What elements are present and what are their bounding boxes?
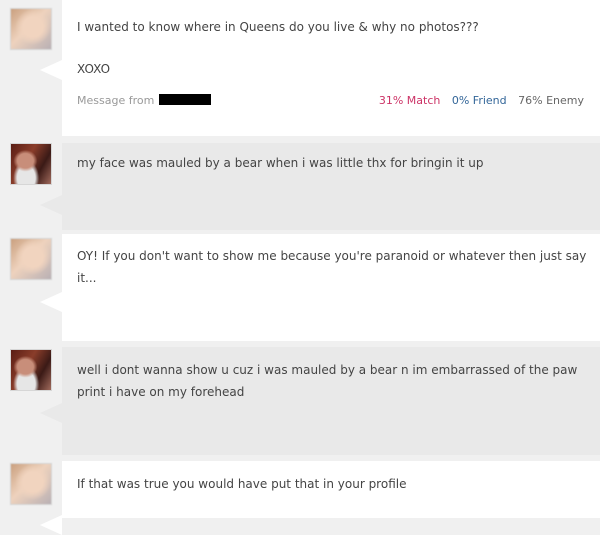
message-bubble: OY! If you don't want to show me because…	[62, 234, 600, 341]
user-avatar[interactable]	[10, 238, 52, 280]
message-item: If that was true you would have put that…	[0, 461, 600, 535]
message-item: my face was mauled by a bear when i was …	[0, 143, 600, 230]
user-avatar[interactable]	[10, 8, 52, 50]
message-item: well i dont wanna show u cuz i was maule…	[0, 347, 600, 455]
match-stats: 31% Match 0% Friend 76% Enemy	[371, 90, 584, 112]
message-text: If that was true you would have put that…	[77, 477, 407, 491]
friend-percentage: 0% Friend	[451, 94, 507, 107]
message-from-label: Message from	[77, 94, 155, 107]
enemy-percentage: 76% Enemy	[518, 94, 584, 107]
user-avatar[interactable]	[10, 143, 52, 185]
message-bubble: my face was mauled by a bear when i was …	[62, 143, 600, 230]
message-text: I wanted to know where in Queens do you …	[77, 20, 479, 34]
message-text: OY! If you don't want to show me because…	[77, 249, 587, 285]
message-text: my face was mauled by a bear when i was …	[77, 156, 484, 170]
message-text: XOXO	[77, 62, 111, 76]
bubble-tail	[40, 292, 62, 312]
bubble-tail	[40, 195, 62, 215]
message-text: well i dont wanna show u cuz i was maule…	[77, 363, 578, 399]
bubble-tail	[40, 515, 62, 535]
match-percentage: 31% Match	[378, 94, 441, 107]
bubble-tail	[40, 403, 62, 423]
bubble-tail	[40, 60, 62, 80]
user-avatar[interactable]	[10, 463, 52, 505]
message-meta: Message from 31% Match 0% Friend 76% Ene…	[77, 90, 584, 112]
redacted-username	[159, 94, 212, 105]
message-item: I wanted to know where in Queens do you …	[0, 0, 600, 136]
user-avatar[interactable]	[10, 349, 52, 391]
message-item: OY! If you don't want to show me because…	[0, 234, 600, 341]
message-bubble: well i dont wanna show u cuz i was maule…	[62, 347, 600, 455]
message-thread: I wanted to know where in Queens do you …	[0, 0, 600, 535]
message-bubble: I wanted to know where in Queens do you …	[62, 0, 600, 136]
message-bubble: If that was true you would have put that…	[62, 461, 600, 518]
